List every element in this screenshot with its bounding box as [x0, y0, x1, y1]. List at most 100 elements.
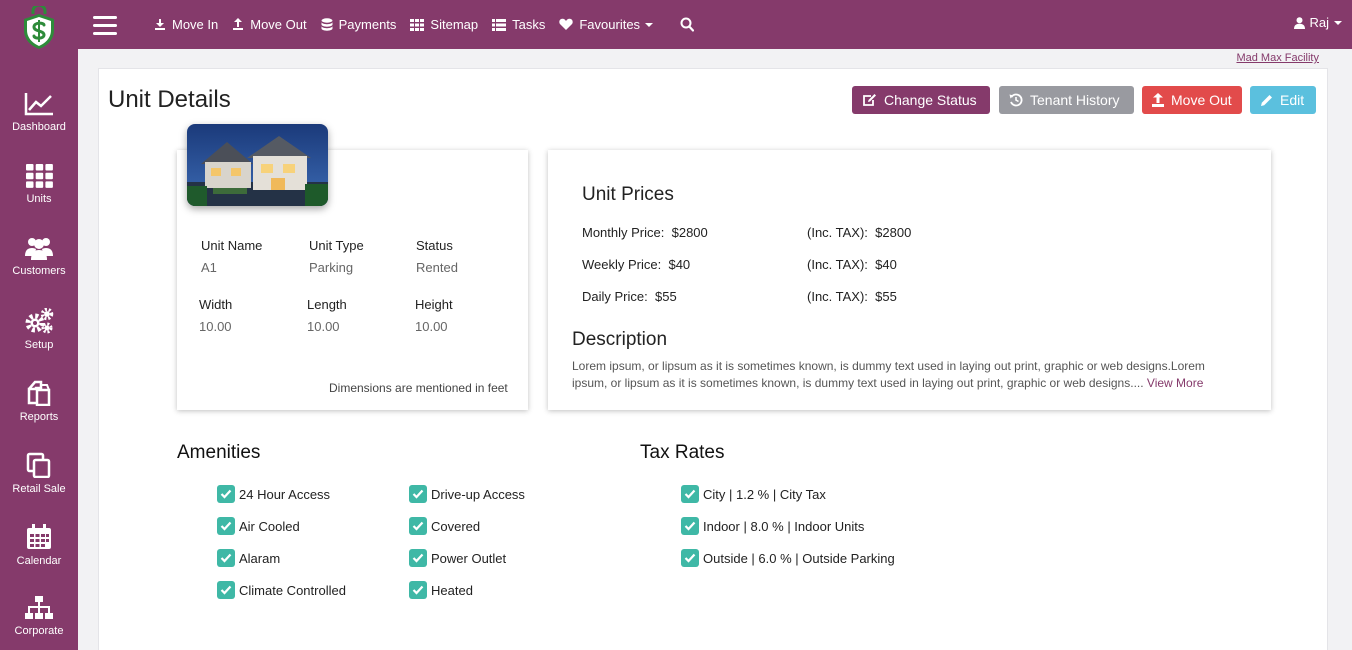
gears-icon — [25, 308, 54, 334]
checkbox-checked-icon — [681, 517, 699, 535]
sidebar-item-label: Units — [26, 193, 52, 205]
unit-type-value: Parking — [309, 260, 354, 275]
chevron-down-icon — [645, 22, 654, 27]
height-value: 10.00 — [415, 319, 448, 334]
checkbox-checked-icon — [409, 581, 427, 599]
nav-label: Move In — [172, 17, 219, 32]
sitemap-icon — [25, 596, 53, 619]
edit-button[interactable]: Edit — [1250, 86, 1316, 114]
tax-rate-item[interactable]: Indoor | 8.0 % | Indoor Units — [681, 517, 864, 535]
user-name: Raj — [1309, 15, 1329, 30]
move-out-button[interactable]: Move Out — [1142, 86, 1242, 114]
logo-shield-icon[interactable] — [20, 6, 58, 50]
nav-label: Favourites — [579, 17, 641, 32]
users-icon — [25, 238, 53, 260]
sidebar-item-retail-sale[interactable]: Retail Sale — [0, 452, 78, 524]
amenity-item[interactable]: Heated — [409, 581, 473, 599]
chart-line-icon — [24, 93, 53, 116]
sidebar-item-setup[interactable]: Setup — [0, 308, 78, 380]
status-value: Rented — [416, 260, 458, 275]
button-label: Tenant History — [1030, 92, 1120, 108]
tenant-history-button[interactable]: Tenant History — [999, 86, 1134, 114]
sidebar-item-label: Customers — [12, 265, 66, 277]
sidebar-item-units[interactable]: Units — [0, 164, 78, 236]
reports-icon — [27, 380, 51, 406]
amenity-item[interactable]: Alaram — [217, 549, 280, 567]
tax-rate-item[interactable]: Outside | 6.0 % | Outside Parking — [681, 549, 895, 567]
unit-name-value: A1 — [201, 260, 217, 275]
sidebar-item-dashboard[interactable]: Dashboard — [0, 92, 78, 164]
amenity-item[interactable]: Air Cooled — [217, 517, 300, 535]
move-out-icon — [233, 18, 244, 30]
user-menu[interactable]: Raj — [1294, 15, 1342, 30]
amenity-item[interactable]: Climate Controlled — [217, 581, 346, 599]
database-icon — [321, 17, 333, 31]
change-status-button[interactable]: Change Status — [852, 86, 990, 114]
nav-move-in[interactable]: Move In — [154, 17, 218, 32]
hamburger-menu-icon[interactable] — [93, 16, 117, 36]
nav-sitemap[interactable]: Sitemap — [410, 17, 478, 32]
amenity-item[interactable]: 24 Hour Access — [217, 485, 330, 503]
nav-payments[interactable]: Payments — [321, 17, 396, 32]
monthly-price: Monthly Price: $2800 — [582, 225, 708, 240]
checkbox-checked-icon — [217, 549, 235, 567]
sidebar-item-label: Dashboard — [12, 121, 66, 133]
weekly-price: Weekly Price: $40 — [582, 257, 691, 272]
height-label: Height — [415, 297, 453, 312]
checkbox-checked-icon — [681, 485, 699, 503]
facility-link[interactable]: Mad Max Facility — [1236, 52, 1319, 64]
description-text: Lorem ipsum, or lipsum as it is sometime… — [572, 359, 1205, 390]
calendar-icon — [27, 524, 51, 549]
sidebar-item-label: Calendar — [16, 555, 62, 567]
grid-icon — [410, 18, 425, 31]
unit-photo — [187, 124, 328, 206]
nav-label: Tasks — [512, 17, 546, 32]
copy-icon — [26, 452, 51, 478]
unit-name-label: Unit Name — [201, 238, 263, 253]
description-title: Description — [572, 329, 668, 350]
amenities-title: Amenities — [177, 442, 261, 463]
amenity-item[interactable]: Drive-up Access — [409, 485, 525, 503]
dimensions-note: Dimensions are mentioned in feet — [329, 381, 508, 395]
sidebar-item-label: Reports — [19, 411, 59, 423]
view-more-link[interactable]: View More — [1147, 376, 1203, 390]
nav-label: Move Out — [250, 17, 307, 32]
checkbox-checked-icon — [217, 517, 235, 535]
sidebar-item-customers[interactable]: Customers — [0, 236, 78, 308]
tax-rate-item[interactable]: City | 1.2 % | City Tax — [681, 485, 826, 503]
checkbox-checked-icon — [217, 485, 235, 503]
move-out-icon — [1152, 93, 1164, 107]
status-label: Status — [416, 238, 453, 253]
pencil-icon — [1261, 94, 1272, 106]
edit-square-icon — [863, 93, 876, 106]
page-title: Unit Details — [108, 86, 231, 113]
tax-rates-title: Tax Rates — [640, 442, 725, 463]
unit-prices-title: Unit Prices — [582, 184, 674, 205]
sidebar-item-reports[interactable]: Reports — [0, 380, 78, 452]
grid-icon — [25, 164, 53, 188]
daily-price: Daily Price: $55 — [582, 289, 677, 304]
heart-icon — [559, 18, 574, 30]
nav-move-out[interactable]: Move Out — [232, 17, 307, 32]
checkbox-checked-icon — [681, 549, 699, 567]
top-navbar: Move In Move Out Payments Sitemap Tasks … — [0, 0, 1352, 49]
amenity-item[interactable]: Covered — [409, 517, 480, 535]
sidebar: Dashboard Units Customers Setup Reports … — [0, 0, 78, 650]
nav-favourites[interactable]: Favourites — [559, 17, 654, 32]
checkbox-checked-icon — [409, 517, 427, 535]
nav-tasks[interactable]: Tasks — [492, 17, 545, 32]
sidebar-item-label: Retail Sale — [12, 483, 66, 495]
nav-label: Sitemap — [430, 17, 479, 32]
sidebar-item-calendar[interactable]: Calendar — [0, 524, 78, 596]
sidebar-item-corporate[interactable]: Corporate — [0, 596, 78, 650]
sidebar-item-label: Corporate — [14, 625, 64, 637]
amenity-item[interactable]: Power Outlet — [409, 549, 506, 567]
button-label: Change Status — [884, 92, 977, 108]
monthly-price-inc-tax: (Inc. TAX): $2800 — [807, 225, 912, 240]
checkbox-checked-icon — [217, 581, 235, 599]
weekly-price-inc-tax: (Inc. TAX): $40 — [807, 257, 897, 272]
checkbox-checked-icon — [409, 485, 427, 503]
search-icon[interactable] — [680, 17, 694, 32]
button-label: Edit — [1280, 92, 1305, 108]
user-icon — [1294, 16, 1306, 29]
